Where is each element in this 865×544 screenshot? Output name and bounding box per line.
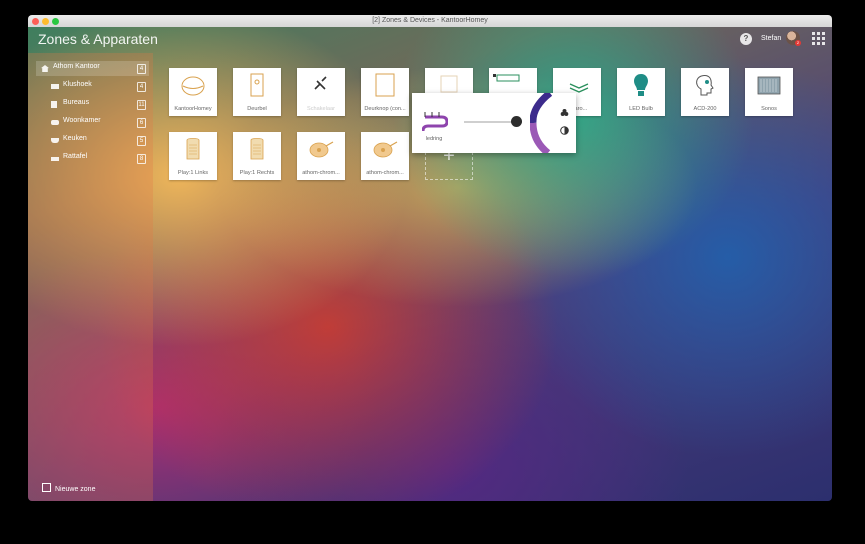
switch-icon [314,76,327,90]
device-label: Sonos [761,106,777,112]
play1-icon [186,138,200,160]
sidebar-item-label: Rattafel [63,153,88,160]
device-tile-led-bulb[interactable]: LED Bulb [617,68,665,116]
sidebar-item-klushoek[interactable]: Klushoek 4 [36,79,149,94]
sidebar-item-label: Klushoek [63,81,92,88]
zone-count-badge: 8 [137,154,146,164]
help-icon[interactable]: ? [740,33,752,45]
device-label: Deurbel [247,106,267,112]
sidebar-item-woonkamer[interactable]: Woonkamer 6 [36,115,149,130]
sidebar-item-label: Athom Kantoor [53,63,100,70]
new-zone-label: Nieuwe zone [55,486,96,493]
dimmer-icon [569,83,589,93]
new-zone-button[interactable]: Nieuwe zone [42,483,95,493]
app-header: Zones & Apparaten ? Stefan 2 [28,27,832,53]
bulb-icon [634,74,648,96]
window-title: [2] Zones & Devices - KantoorHomey [372,17,488,24]
user-name[interactable]: Stefan [761,35,781,42]
play1-icon [250,138,264,160]
led-strip-icon [422,112,448,132]
sidebar-item-label: Woonkamer [63,117,101,124]
sidebar-item-rattafel[interactable]: Rattafel 8 [36,151,149,166]
workbench-icon [51,84,59,89]
sofa-icon [51,120,59,125]
new-zone-icon [42,483,51,492]
contrast-icon[interactable] [560,126,569,135]
chromecast-icon [373,141,398,158]
device-label: athom-chrom... [366,170,404,176]
led-strip-icon [493,74,520,82]
sidebar-item-label: Bureaus [63,99,90,106]
chromecast-icon [309,141,334,158]
homey-icon [181,76,205,96]
device-label: ACD-200 [693,106,717,112]
zone-sidebar: Athom Kantoor 4 Klushoek 4 Bureaus 11 Wo… [28,53,153,501]
device-quick-control-popup: ledring [412,93,576,153]
apps-grid-icon[interactable] [812,32,825,45]
home-icon [41,65,49,72]
sidebar-item-bureaus[interactable]: Bureaus 11 [36,97,149,112]
doorbell-icon [250,73,264,97]
device-label: LED Bulb [629,106,653,112]
app-content: Zones & Apparaten ? Stefan 2 Athom Kanto… [28,27,832,501]
door-sensor-icon [375,73,395,97]
device-tile-schakelaar[interactable]: Schakelaar [297,68,345,116]
zone-count-badge: 4 [137,82,146,92]
notification-badge: 2 [795,40,801,46]
device-tile-sonos[interactable]: Sonos [745,68,793,116]
speaker-head-icon [696,75,714,96]
device-label: athom-chrom... [302,170,340,176]
device-tile-deurbel[interactable]: Deurbel [233,68,281,116]
page-title: Zones & Apparaten [38,31,158,47]
device-tile-play1-rechts[interactable]: Play:1 Rechts [233,132,281,180]
zone-count-badge: 4 [137,64,146,74]
device-label: Play:1 Rechts [239,170,275,176]
sidebar-item-label: Keuken [63,135,87,142]
device-tile-acd-200[interactable]: ACD-200 [681,68,729,116]
app-window: [2] Zones & Devices - KantoorHomey Zones… [28,15,832,501]
zone-count-badge: 11 [137,100,146,110]
sonos-icon [757,76,781,95]
zone-count-badge: 5 [137,136,146,146]
zone-count-badge: 6 [137,118,146,128]
hidden-device-icon [440,75,458,93]
device-label: Play:1 Links [177,170,209,176]
color-wheel-arc[interactable] [530,93,552,153]
popup-device-label: ledring [425,136,443,142]
device-tile-play1-links[interactable]: Play:1 Links [169,132,217,180]
device-label: Schakelaar [307,106,335,112]
color-icon[interactable] [560,108,569,117]
device-label: Deurknop (con... [364,106,406,112]
table-icon [51,157,59,161]
brightness-slider-handle[interactable] [510,116,522,127]
pot-icon [51,138,59,143]
device-tile-athom-chromecast-2[interactable]: athom-chrom... [361,132,409,180]
sidebar-item-keuken[interactable]: Keuken 5 [36,133,149,148]
device-tile-deurknop[interactable]: Deurknop (con... [361,68,409,116]
sidebar-item-athom-kantoor[interactable]: Athom Kantoor 4 [36,61,149,76]
device-tile-athom-chromecast-1[interactable]: athom-chrom... [297,132,345,180]
device-label: KantoorHomey [174,106,212,112]
desk-icon [51,101,57,108]
device-tile-kantoorhomey[interactable]: KantoorHomey [169,68,217,116]
